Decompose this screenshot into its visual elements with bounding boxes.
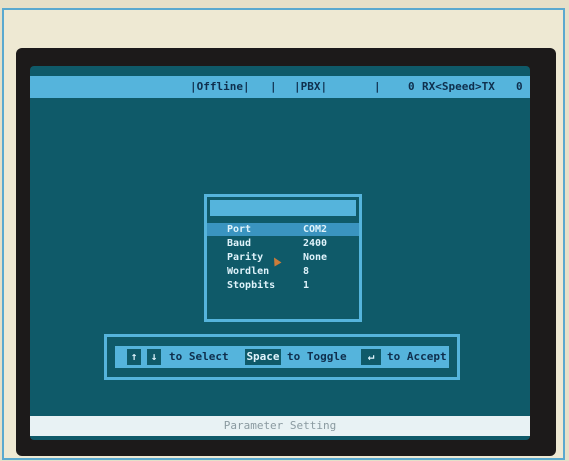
param-label: Wordlen [227, 266, 270, 277]
toggle-hint: to Toggle [287, 350, 347, 363]
param-value[interactable]: None [303, 251, 327, 264]
param-value[interactable]: 1 [303, 279, 309, 292]
param-label: Parity [227, 252, 264, 263]
param-row-parity[interactable]: Parity None [207, 251, 359, 264]
protocol-indicator: |PBX| [294, 80, 328, 93]
select-hint: to Select [169, 350, 229, 363]
param-value[interactable]: COM2 [303, 223, 327, 236]
param-label: Baud [227, 238, 252, 249]
speed-label: RX<Speed>TX [422, 80, 495, 93]
param-label: Port [227, 224, 252, 235]
down-arrow-key-icon: ↓ [147, 349, 161, 365]
parameter-dialog: Port COM2 Baud 2400 Parity None Wordlen … [204, 194, 362, 322]
up-arrow-key-icon: ↑ [127, 349, 141, 365]
accept-hint: to Accept [387, 350, 447, 363]
param-label: Stopbits [227, 280, 276, 291]
param-row-port[interactable]: Port COM2 [207, 223, 359, 236]
mode-indicator: |Offline| [190, 80, 250, 93]
space-key-icon: Space [245, 349, 281, 365]
param-value[interactable]: 8 [303, 265, 309, 278]
help-bar: ↑ ↓ to Select Space to Toggle ↵ to Accep… [104, 334, 460, 380]
tx-counter: 0 [516, 80, 523, 93]
enter-key-icon: ↵ [361, 349, 381, 365]
status-separator: | [374, 80, 381, 93]
param-row-baud[interactable]: Baud 2400 [207, 237, 359, 250]
terminal-screen: |Offline| | |PBX| | 0 RX<Speed>TX 0 Port… [30, 66, 530, 440]
param-row-wordlen[interactable]: Wordlen 8 [207, 265, 359, 278]
status-separator: | [270, 80, 277, 93]
dialog-title-bar [210, 200, 356, 216]
status-bar: |Offline| | |PBX| | 0 RX<Speed>TX 0 [30, 76, 530, 98]
bottom-status-bar: Parameter Setting [30, 416, 530, 436]
param-value[interactable]: 2400 [303, 237, 327, 250]
param-row-stopbits[interactable]: Stopbits 1 [207, 279, 359, 292]
help-bar-content: ↑ ↓ to Select Space to Toggle ↵ to Accep… [115, 346, 449, 368]
rx-counter: 0 [408, 80, 415, 93]
